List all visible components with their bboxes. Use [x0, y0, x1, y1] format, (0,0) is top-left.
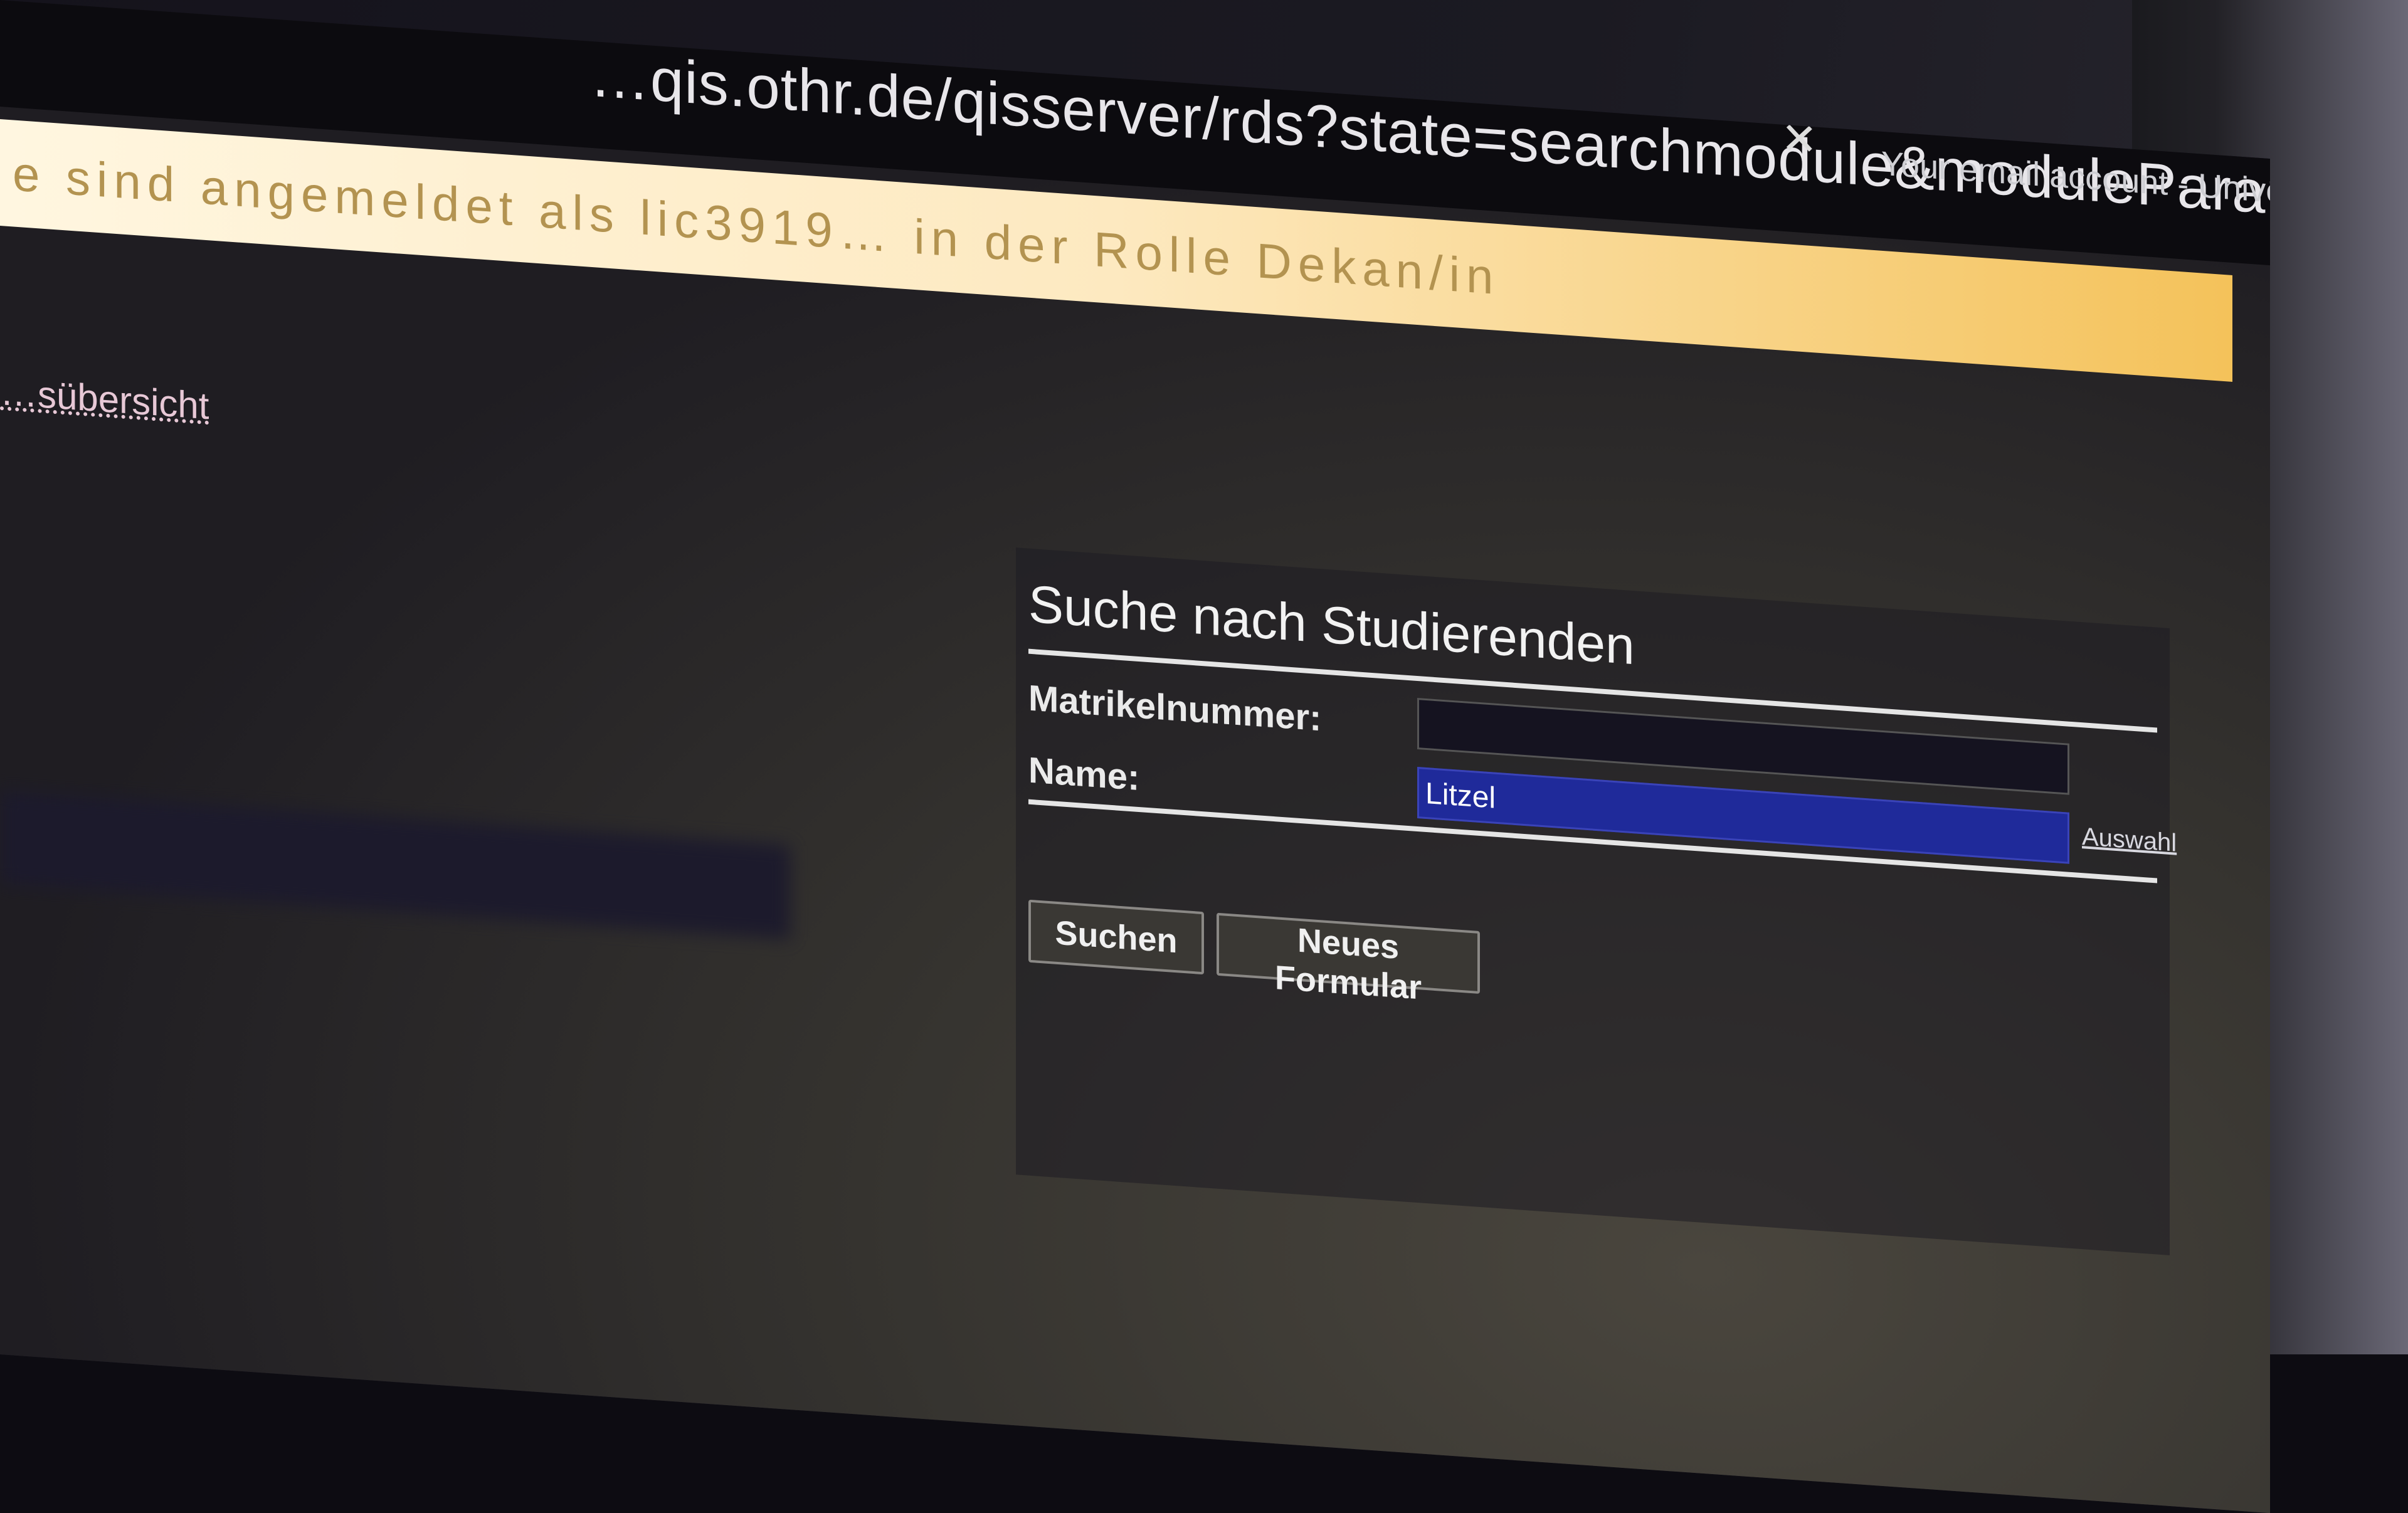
close-icon[interactable]: ✕ [1781, 112, 1818, 166]
auswahl-link[interactable]: Auswahl [2082, 823, 2177, 858]
monitor-screen: …qis.othr.de/qisserver/rds?state=searchm… [0, 0, 2270, 1513]
search-button[interactable]: Suchen [1028, 899, 1204, 975]
photo-scene: …qis.othr.de/qisserver/rds?state=searchm… [0, 0, 2408, 1513]
sidebar-blurred-item [0, 790, 790, 940]
matrikel-label: Matrikelnummer: [1028, 677, 1322, 739]
page-title: Suche nach Studierenden [1028, 574, 1635, 676]
new-form-button[interactable]: Neues Formular [1217, 912, 1480, 1007]
student-search-form: Suche nach Studierenden Matrikelnummer: … [1016, 547, 2177, 1255]
overview-link[interactable]: …sübersicht [0, 370, 209, 428]
name-label: Name: [1028, 749, 1140, 799]
